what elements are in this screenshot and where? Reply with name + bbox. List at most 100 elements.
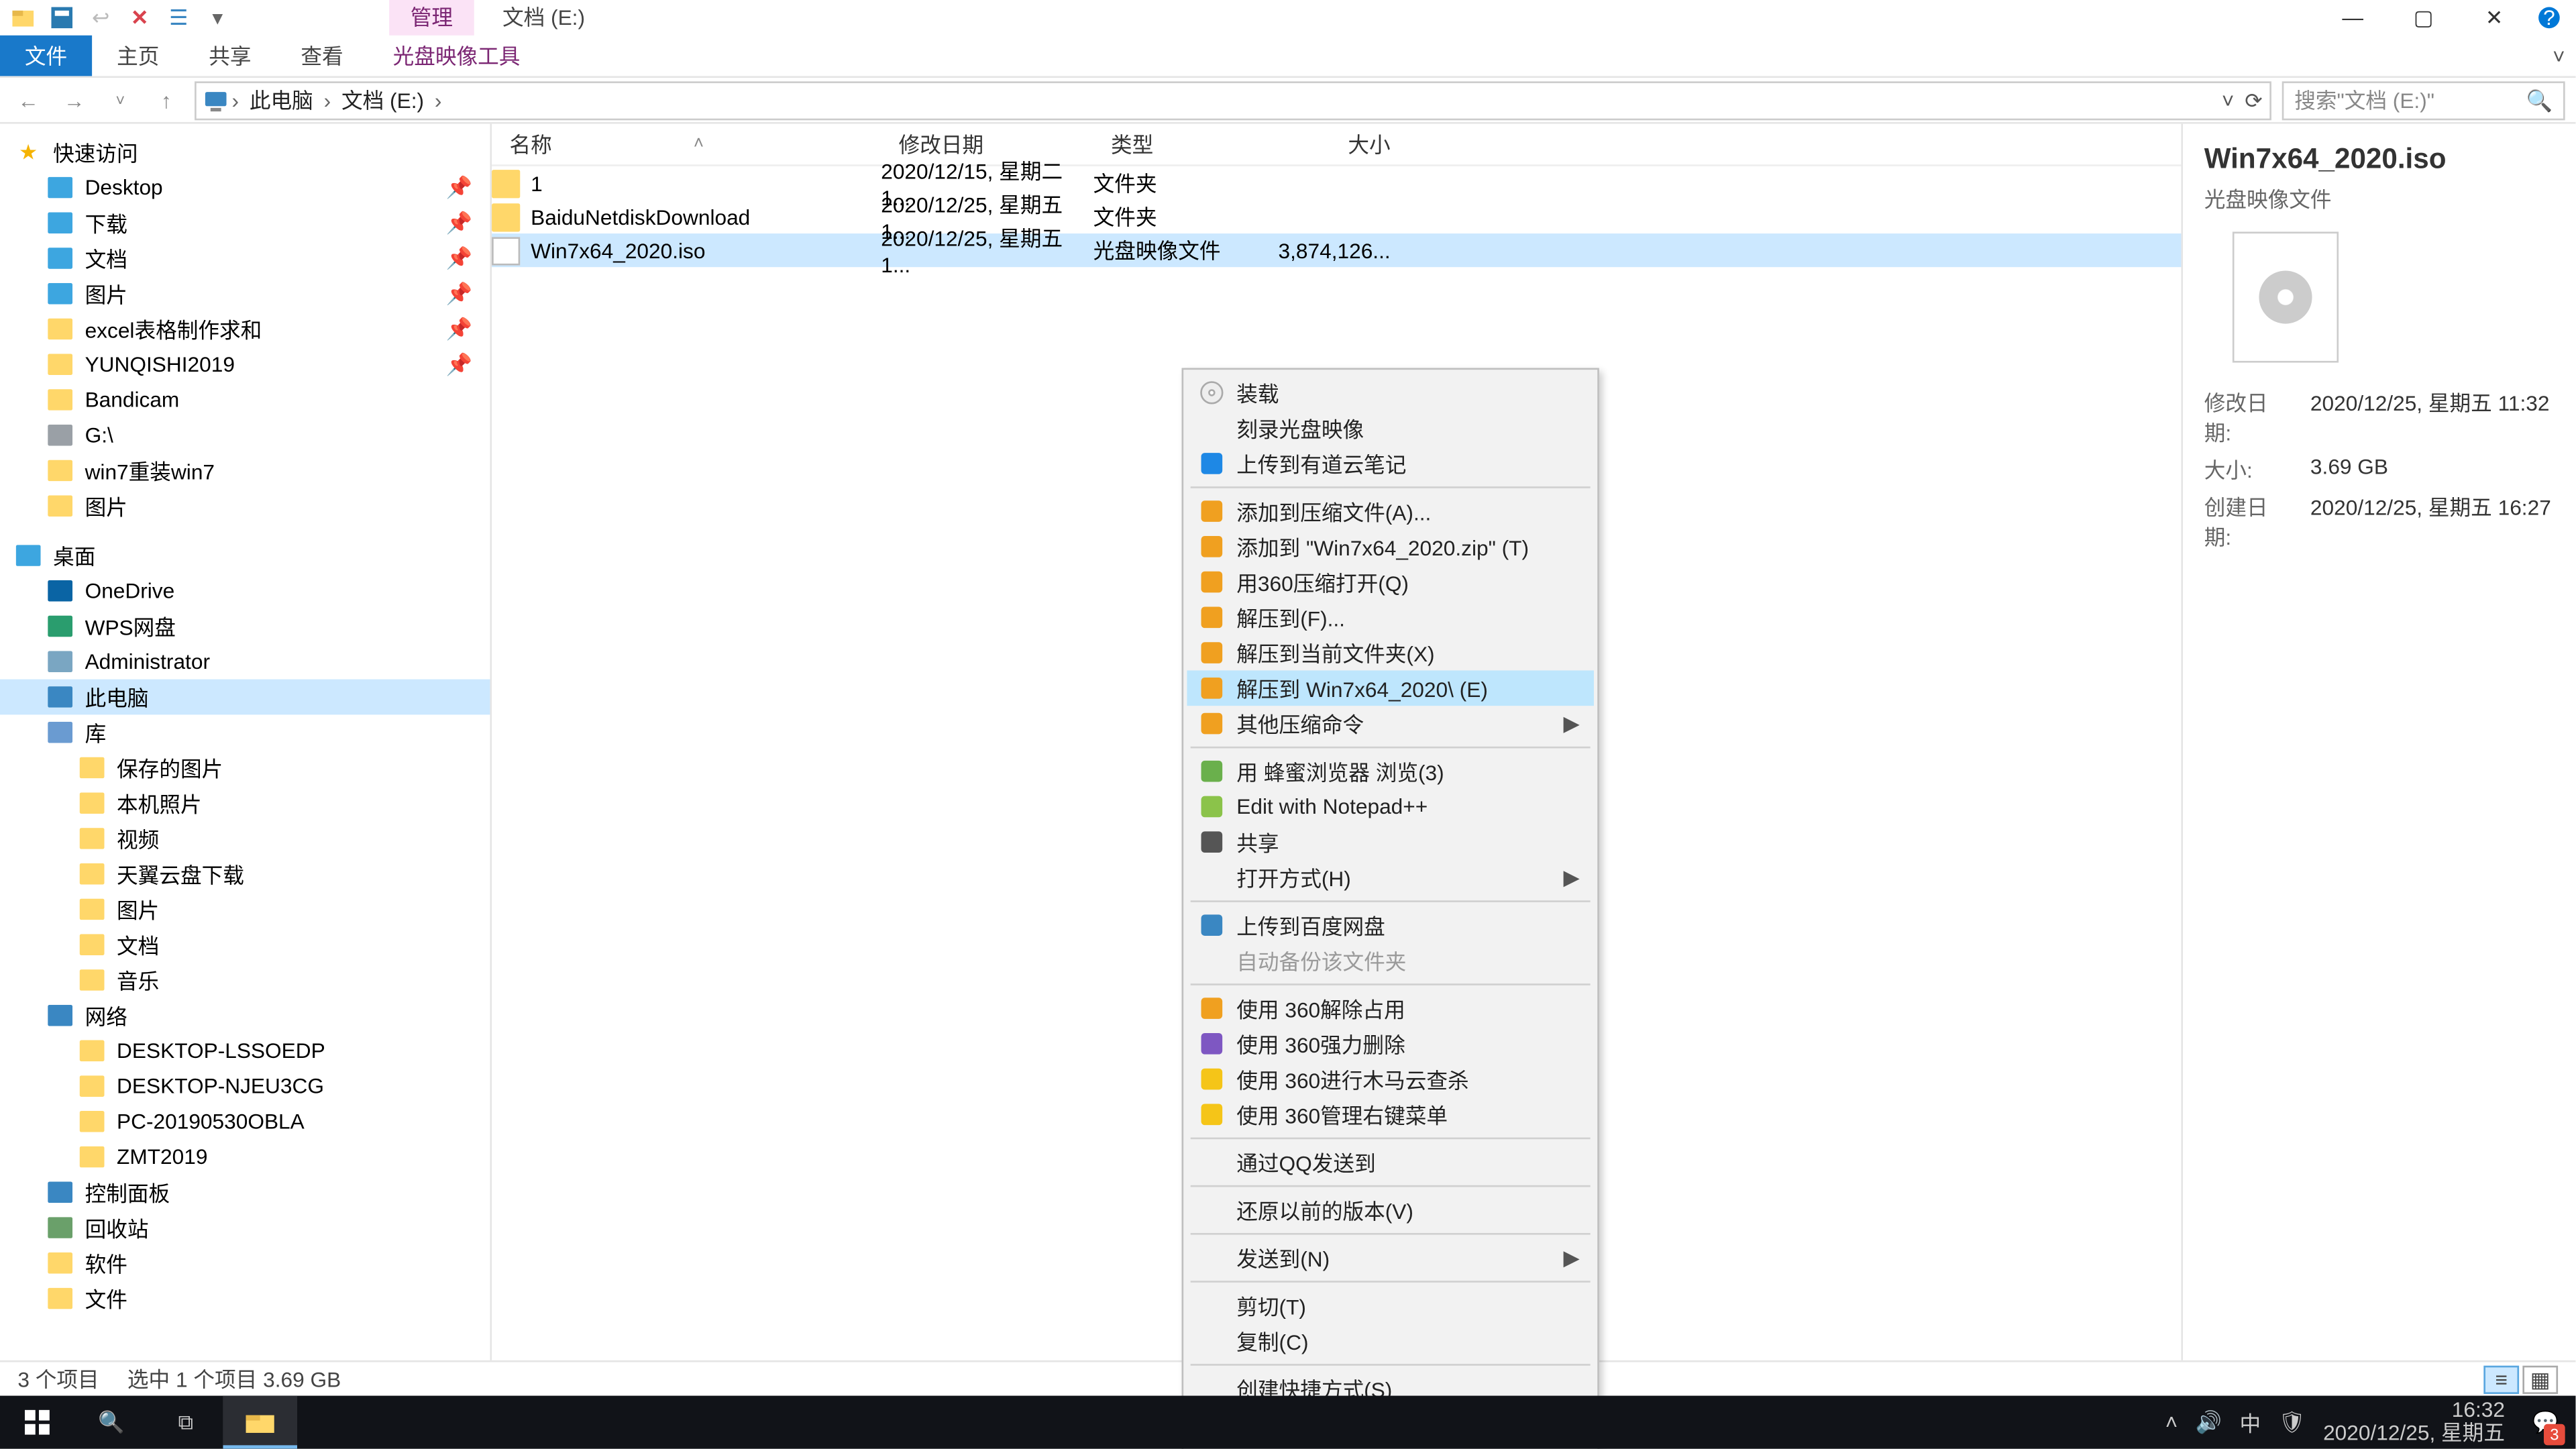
- recent-dropdown-icon[interactable]: ˅: [103, 83, 138, 118]
- tree-item[interactable]: DESKTOP-LSSOEDP: [0, 1033, 490, 1069]
- tree-section-quick[interactable]: ★快速访问: [0, 134, 490, 170]
- menu-item[interactable]: 打开方式(H)▶: [1187, 860, 1594, 896]
- tree-item[interactable]: 软件: [0, 1245, 490, 1281]
- col-name[interactable]: 名称: [509, 129, 551, 160]
- menu-item[interactable]: 剪切(T): [1187, 1288, 1594, 1324]
- tree-item[interactable]: 控制面板: [0, 1175, 490, 1210]
- tree-item[interactable]: 文档: [0, 927, 490, 963]
- file-tab[interactable]: 文件: [0, 36, 92, 76]
- back-button[interactable]: ←: [11, 83, 46, 118]
- menu-item[interactable]: 其他压缩命令▶: [1187, 706, 1594, 741]
- volume-icon[interactable]: 🔊: [2196, 1410, 2222, 1435]
- system-tray[interactable]: ˄ 🔊 中 🛡 16:32 2020/12/25, 星期五 💬3: [2165, 1396, 2576, 1449]
- tree-item[interactable]: YUNQISHI2019📌: [0, 347, 490, 382]
- menu-item[interactable]: 使用 360进行木马云查杀: [1187, 1061, 1594, 1097]
- menu-item[interactable]: 上传到百度网盘: [1187, 908, 1594, 943]
- file-row[interactable]: 1 2020/12/15, 星期二 1... 文件夹: [492, 166, 2181, 200]
- ribbon-collapse-icon[interactable]: ˅: [2553, 36, 2575, 76]
- forward-button[interactable]: →: [56, 83, 92, 118]
- menu-item[interactable]: Edit with Notepad++: [1187, 789, 1594, 824]
- menu-item[interactable]: 添加到压缩文件(A)...: [1187, 494, 1594, 529]
- chevron-right-icon[interactable]: ›: [324, 88, 331, 113]
- menu-item[interactable]: 发送到(N)▶: [1187, 1240, 1594, 1276]
- tree-item[interactable]: 天翼云盘下载: [0, 856, 490, 892]
- tree-item[interactable]: 文件: [0, 1281, 490, 1316]
- menu-item[interactable]: 装载: [1187, 375, 1594, 411]
- up-button[interactable]: ↑: [149, 83, 184, 118]
- close-button[interactable]: ✕: [2459, 0, 2529, 36]
- ribbon-tab-share[interactable]: 共享: [184, 36, 276, 76]
- notifications-button[interactable]: 💬3: [2522, 1396, 2569, 1449]
- tree-item[interactable]: 图片: [0, 892, 490, 927]
- menu-item[interactable]: 共享: [1187, 824, 1594, 860]
- tree-item[interactable]: 库: [0, 714, 490, 750]
- menu-item[interactable]: 解压到 Win7x64_2020\ (E): [1187, 670, 1594, 706]
- tray-overflow-icon[interactable]: ˄: [2165, 1410, 2178, 1435]
- ribbon-tab-home[interactable]: 主页: [92, 36, 184, 76]
- tree-item[interactable]: excel表格制作求和📌: [0, 311, 490, 347]
- tree-item[interactable]: Administrator: [0, 644, 490, 680]
- tree-item[interactable]: ZMT2019: [0, 1139, 490, 1175]
- tree-item[interactable]: win7重装win7: [0, 453, 490, 488]
- breadcrumb-item[interactable]: 此电脑: [242, 85, 320, 115]
- tree-section-desktop[interactable]: 桌面: [0, 538, 490, 574]
- tree-item[interactable]: 视频: [0, 821, 490, 857]
- view-icons-button[interactable]: ▦: [2522, 1364, 2558, 1393]
- search-input[interactable]: 搜索"文档 (E:)" 🔍: [2282, 80, 2565, 119]
- tree-item[interactable]: WPS网盘: [0, 608, 490, 644]
- menu-item[interactable]: 使用 360解除占用: [1187, 991, 1594, 1026]
- tree-item[interactable]: PC-20190530OBLA: [0, 1104, 490, 1139]
- save-icon[interactable]: [50, 5, 74, 30]
- tree-item[interactable]: 图片: [0, 488, 490, 524]
- file-list[interactable]: 名称˄ 修改日期 类型 大小 1 2020/12/15, 星期二 1... 文件…: [492, 124, 2181, 1360]
- explorer-taskbar-button[interactable]: [223, 1396, 297, 1449]
- view-details-button[interactable]: ≡: [2483, 1364, 2519, 1393]
- minimize-button[interactable]: —: [2317, 0, 2387, 36]
- tree-item[interactable]: 保存的图片: [0, 750, 490, 786]
- breadcrumb-item[interactable]: 文档 (E:): [334, 85, 431, 115]
- tree-item[interactable]: OneDrive: [0, 573, 490, 608]
- breadcrumb[interactable]: › 此电脑 › 文档 (E:) › ˅ ⟳: [195, 80, 2271, 119]
- chevron-right-icon[interactable]: ›: [231, 88, 239, 113]
- search-button[interactable]: 🔍: [74, 1396, 149, 1449]
- taskbar[interactable]: 🔍 ⧉ ˄ 🔊 中 🛡 16:32 2020/12/25, 星期五 💬3: [0, 1396, 2575, 1449]
- tree-item[interactable]: 音乐: [0, 963, 490, 998]
- menu-item[interactable]: 复制(C): [1187, 1323, 1594, 1358]
- col-type[interactable]: 类型: [1093, 129, 1271, 160]
- clock[interactable]: 16:32 2020/12/25, 星期五: [2323, 1400, 2505, 1444]
- breadcrumb-dropdown-icon[interactable]: ˅: [2222, 88, 2235, 113]
- help-icon[interactable]: ?: [2536, 5, 2561, 30]
- tree-item[interactable]: 图片📌: [0, 276, 490, 311]
- delete-icon[interactable]: ✕: [127, 5, 152, 30]
- menu-item[interactable]: 解压到(F)...: [1187, 600, 1594, 635]
- menu-item[interactable]: 添加到 "Win7x64_2020.zip" (T): [1187, 529, 1594, 564]
- tree-item[interactable]: 下载📌: [0, 205, 490, 241]
- security-icon[interactable]: 🛡: [2279, 1410, 2306, 1435]
- ribbon-tab-view[interactable]: 查看: [276, 36, 368, 76]
- chevron-right-icon[interactable]: ›: [435, 88, 442, 113]
- tree-item[interactable]: 本机照片: [0, 786, 490, 821]
- menu-item[interactable]: 上传到有道云笔记: [1187, 446, 1594, 482]
- properties-icon[interactable]: ☰: [166, 5, 191, 30]
- maximize-button[interactable]: ▢: [2388, 0, 2459, 36]
- nav-tree[interactable]: ★快速访问Desktop📌下载📌文档📌图片📌excel表格制作求和📌YUNQIS…: [0, 124, 492, 1360]
- tree-item[interactable]: 此电脑: [0, 680, 490, 715]
- tree-item[interactable]: 回收站: [0, 1210, 490, 1246]
- menu-item[interactable]: 使用 360强力删除: [1187, 1026, 1594, 1061]
- tree-item[interactable]: 文档📌: [0, 241, 490, 276]
- tree-item[interactable]: DESKTOP-NJEU3CG: [0, 1069, 490, 1104]
- col-size[interactable]: 大小: [1270, 129, 1411, 160]
- file-row[interactable]: Win7x64_2020.iso 2020/12/25, 星期五 1... 光盘…: [492, 233, 2181, 267]
- col-date[interactable]: 修改日期: [881, 129, 1093, 160]
- menu-item[interactable]: 刻录光盘映像: [1187, 411, 1594, 446]
- menu-item[interactable]: 解压到当前文件夹(X): [1187, 635, 1594, 671]
- start-button[interactable]: [0, 1396, 74, 1449]
- task-view-button[interactable]: ⧉: [149, 1396, 223, 1449]
- tree-item[interactable]: G:\: [0, 417, 490, 453]
- ime-indicator[interactable]: 中: [2239, 1407, 2261, 1438]
- menu-item[interactable]: 用 蜂蜜浏览器 浏览(3): [1187, 753, 1594, 789]
- tree-item[interactable]: 网络: [0, 998, 490, 1033]
- menu-item[interactable]: 通过QQ发送到: [1187, 1144, 1594, 1180]
- column-headers[interactable]: 名称˄ 修改日期 类型 大小: [492, 124, 2181, 166]
- tree-item[interactable]: Desktop📌: [0, 170, 490, 205]
